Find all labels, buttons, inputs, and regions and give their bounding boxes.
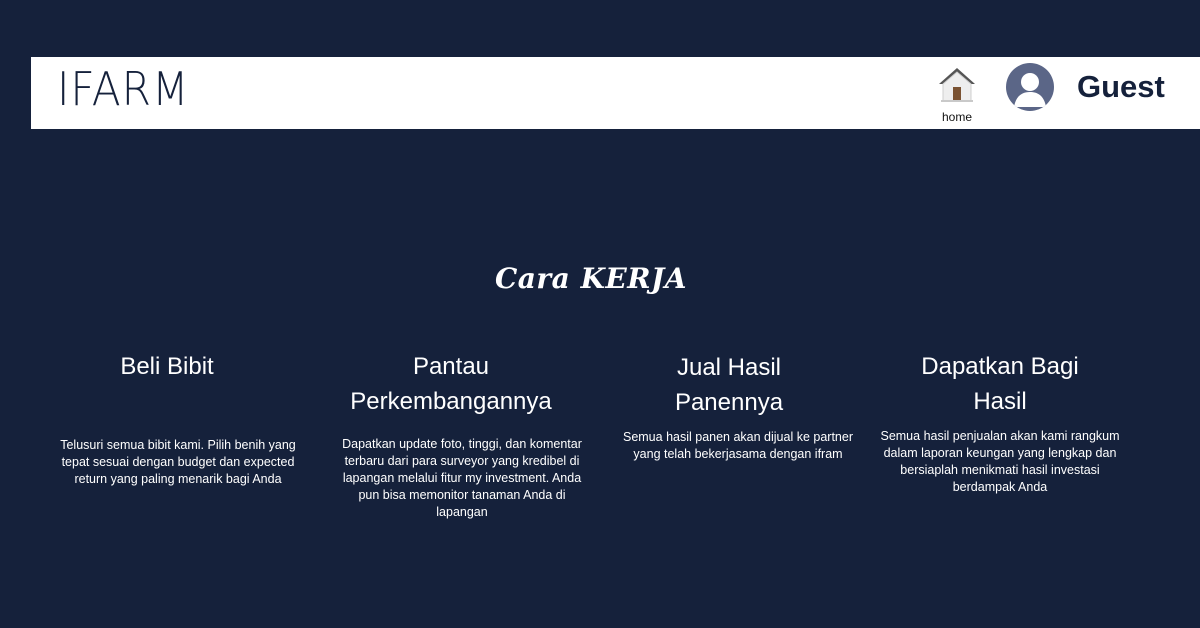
step-card-beli-bibit: Beli Bibit Telusuri semua bibit kami. Pi… [60,349,296,486]
step-description: Dapatkan update foto, tinggi, dan koment… [342,437,582,519]
home-label: home [941,110,973,124]
step-card-bagi-hasil: Dapatkan Bagi Hasil Semua hasil penjuala… [880,349,1120,494]
step-title: Pantau Perkembangannya [336,349,566,419]
step-title-line: Beli Bibit [120,353,214,380]
step-title-line: Pantau [412,353,490,380]
step-title-line: Hasil [973,388,1027,415]
step-title: Dapatkan Bagi Hasil [880,349,1120,419]
step-card-pantau: Pantau Perkembangannya Dapatkan update f… [336,349,582,519]
home-button[interactable]: home [931,63,983,125]
step-card-jual-hasil: Jual Hasil Panennya Semua hasil panen ak… [620,350,853,461]
step-title-line: Jual Hasil [676,354,782,381]
step-title: Jual Hasil Panennya [620,350,838,420]
step-title: Beli Bibit [62,349,272,384]
home-icon [939,68,975,102]
logo[interactable]: IFARM [57,63,189,115]
step-title-line: Panennya [674,389,784,416]
user-avatar-icon[interactable] [1006,63,1054,111]
step-description: Semua hasil penjualan akan kami rangkum … [880,429,1120,494]
section-title: Cara KERJA [495,262,687,295]
step-description: Telusuri semua bibit kami. Pilih benih y… [60,438,296,486]
step-description: Semua hasil panen akan dijual ke partner… [622,430,853,461]
user-name[interactable]: Guest [1077,69,1165,105]
step-title-line: Dapatkan Bagi [921,353,1079,380]
top-header: IFARM home Guest [31,57,1200,129]
step-title-line: Perkembangannya [350,388,552,415]
